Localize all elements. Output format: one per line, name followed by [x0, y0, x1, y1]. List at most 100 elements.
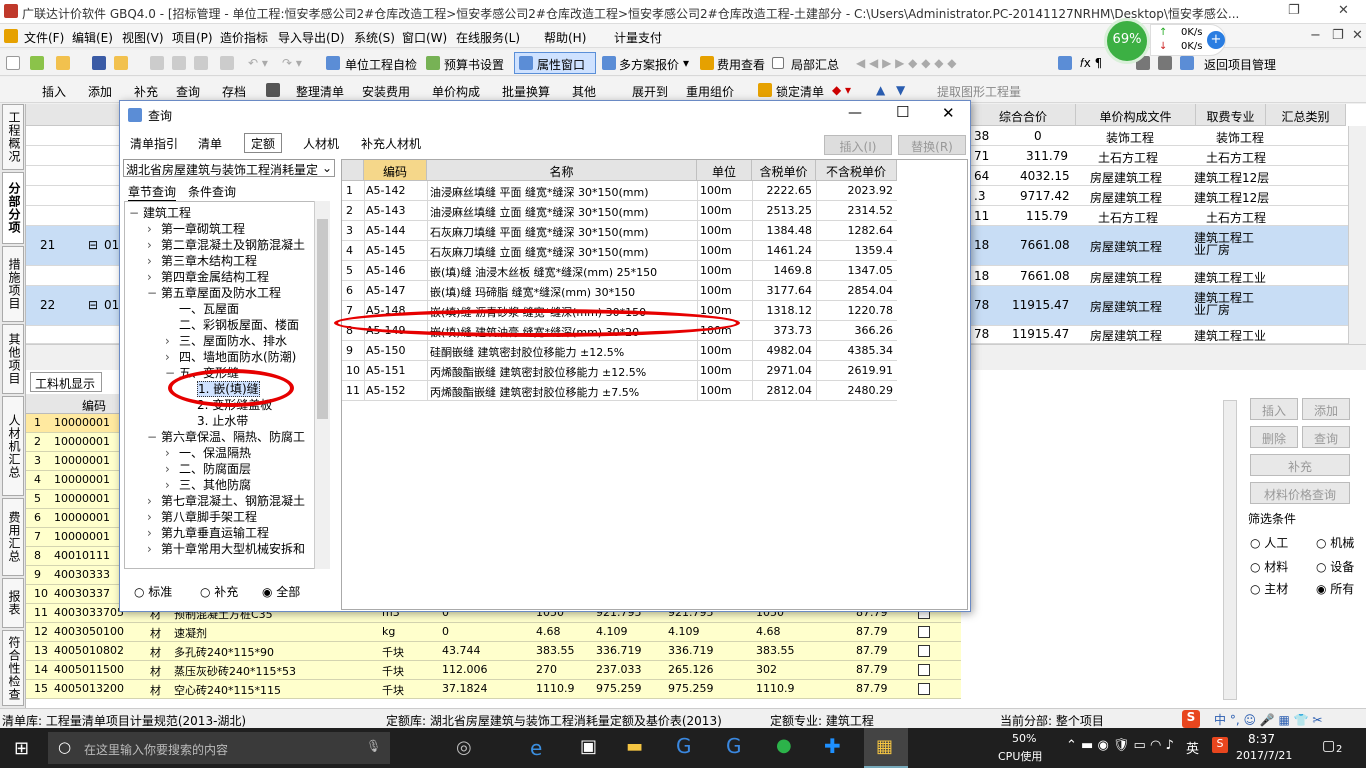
- return-project-button[interactable]: 返回项目管理: [1204, 56, 1276, 73]
- material-row[interactable]: 14 4005011500 材蒸压灰砂砖240*115*53 千块 112.006 270…: [26, 661, 961, 680]
- arrow-up-icon[interactable]: ▲: [876, 83, 885, 97]
- nav-other[interactable]: 其他项目: [2, 324, 24, 394]
- close-icon[interactable]: ✕: [1338, 3, 1349, 18]
- menu-cost-index[interactable]: 造价指标: [220, 29, 268, 46]
- multi-quote-button[interactable]: 多方案报价: [619, 56, 679, 73]
- nav-arrows-icon[interactable]: ◀ ◀ ▶ ▶ ◆ ◆ ◆ ◆: [856, 56, 957, 70]
- close-doc-icon[interactable]: ✕: [1352, 28, 1363, 43]
- radio-all[interactable]: ◉ 所有: [1316, 580, 1354, 597]
- taskbar-search[interactable]: ○ 在这里输入你要搜索的内容 🎙: [48, 732, 390, 764]
- quota-row[interactable]: 11 A5-152 丙烯酸酯嵌缝 建筑密封胶位移能力 ±7.5% 100m 2812.0…: [342, 381, 897, 401]
- price-query-button[interactable]: 材料价格查询: [1250, 482, 1350, 504]
- tab-list[interactable]: 清单: [191, 133, 229, 153]
- query-button[interactable]: 查询: [176, 83, 200, 100]
- radio-all-quota[interactable]: ◉ 全部: [262, 583, 300, 600]
- expand-icon[interactable]: ›: [147, 510, 161, 524]
- material-checkbox[interactable]: [918, 645, 930, 657]
- sogou-tray-icon[interactable]: S: [1212, 737, 1228, 753]
- radio-equipment[interactable]: ○ 设备: [1316, 558, 1354, 575]
- active-app-tab[interactable]: ▦: [864, 728, 908, 768]
- tree-node[interactable]: 3. 止水带: [183, 412, 248, 429]
- menu-edit[interactable]: 编辑(E): [72, 29, 113, 46]
- radio-labor[interactable]: ○ 人工: [1250, 534, 1288, 551]
- tree-node[interactable]: › 三、其他防腐: [165, 476, 251, 493]
- paste-icon[interactable]: [194, 56, 208, 70]
- tree-node[interactable]: › 第四章金属结构工程: [147, 268, 269, 285]
- tree-node[interactable]: 二、彩钢板屋面、楼面: [165, 316, 299, 333]
- supplement-button[interactable]: 补充: [134, 83, 158, 100]
- copy-icon[interactable]: [172, 56, 186, 70]
- save-icon[interactable]: [92, 56, 106, 70]
- list-icon[interactable]: [1180, 56, 1194, 70]
- nav-material-summary[interactable]: 人材机汇总: [2, 396, 24, 496]
- app-green-icon[interactable]: ●: [776, 735, 792, 756]
- ime-indicator[interactable]: 英: [1186, 738, 1199, 757]
- tree-node[interactable]: › 第一章砌筑工程: [147, 220, 245, 237]
- tab-material-display[interactable]: 工料机显示: [30, 372, 102, 392]
- store-icon[interactable]: ▣: [580, 736, 597, 757]
- material-scrollbar[interactable]: [1223, 400, 1237, 700]
- expand-icon[interactable]: ›: [165, 446, 179, 460]
- tab-supplement-material[interactable]: 补充人材机: [354, 133, 428, 153]
- tree-node[interactable]: 一、瓦屋面: [165, 300, 239, 317]
- plus-icon[interactable]: +: [1207, 31, 1225, 49]
- calculator-icon[interactable]: [1058, 56, 1072, 70]
- collapse-icon[interactable]: −: [147, 286, 161, 300]
- arrow-down-icon[interactable]: ▼: [896, 83, 905, 97]
- radio-supplement[interactable]: ○ 补充: [200, 583, 238, 600]
- tab-list-guide[interactable]: 清单指引: [123, 133, 185, 153]
- tree-node[interactable]: › 四、墙地面防水(防潮): [165, 348, 296, 365]
- expand-icon[interactable]: ›: [147, 254, 161, 268]
- tree-node[interactable]: › 第九章垂直运输工程: [147, 524, 269, 541]
- other-button[interactable]: 其他: [572, 83, 596, 100]
- add-material-button[interactable]: 添加: [1302, 398, 1350, 420]
- unit-price-button[interactable]: 单价构成: [432, 83, 480, 100]
- nav-report[interactable]: 报表: [2, 578, 24, 628]
- new-icon[interactable]: [6, 56, 20, 70]
- subtab-chapter[interactable]: 章节查询: [128, 183, 177, 201]
- nav-measures[interactable]: 措施项目: [2, 246, 24, 322]
- radio-material[interactable]: ○ 材料: [1250, 558, 1288, 575]
- restore-icon[interactable]: −: [1310, 28, 1321, 43]
- expand-icon[interactable]: ›: [165, 350, 179, 364]
- expand-icon[interactable]: ›: [147, 526, 161, 540]
- binoculars-icon[interactable]: [266, 83, 280, 97]
- tree-scrollbar[interactable]: [314, 201, 330, 569]
- save-archive-button[interactable]: 存档: [222, 83, 246, 100]
- menu-window[interactable]: 窗口(W): [402, 29, 447, 46]
- material-checkbox[interactable]: [918, 683, 930, 695]
- open-icon[interactable]: [56, 56, 70, 70]
- quota-row[interactable]: 2 A5-143 油浸麻丝填缝 立面 缝宽*缝深 30*150(mm) 100m 251…: [342, 201, 897, 221]
- chevron-down-icon[interactable]: ▾: [683, 56, 689, 70]
- radio-main-material[interactable]: ○ 主材: [1250, 580, 1288, 597]
- columns-icon[interactable]: [1158, 56, 1172, 70]
- folder-icon[interactable]: [114, 56, 128, 70]
- quota-row[interactable]: 3 A5-144 石灰麻刀填缝 平面 缝宽*缝深 30*150(mm) 100m 138…: [342, 221, 897, 241]
- menu-help[interactable]: 帮助(H): [544, 29, 586, 46]
- tree-scroll-thumb[interactable]: [317, 219, 328, 419]
- undo-icon[interactable]: ↶ ▾: [248, 56, 268, 70]
- quota-row[interactable]: 1 A5-142 油浸麻丝填缝 平面 缝宽*缝深 30*150(mm) 100m 222…: [342, 181, 897, 201]
- network-percent[interactable]: 69%: [1104, 18, 1150, 64]
- tree-node[interactable]: › 二、防腐面层: [165, 460, 251, 477]
- windows-start-icon[interactable]: ⊞: [14, 738, 29, 759]
- tree-node[interactable]: › 第二章混凝土及钢筋混凝土: [147, 236, 305, 253]
- tree-node[interactable]: › 第七章混凝土、钢筋混凝土: [147, 492, 305, 509]
- insert-material-button[interactable]: 插入: [1250, 398, 1298, 420]
- mic-icon[interactable]: 🎙: [366, 739, 381, 753]
- delete-icon[interactable]: [220, 56, 234, 70]
- quota-row[interactable]: 5 A5-146 嵌(填)缝 油浸木丝板 缝宽*缝深(mm) 25*150 100m 1…: [342, 261, 897, 281]
- self-check-button[interactable]: 单位工程自检: [345, 56, 417, 73]
- expand-to-button[interactable]: 展开到: [632, 83, 668, 100]
- supplement-material-button[interactable]: 补充: [1250, 454, 1350, 476]
- menu-file[interactable]: 文件(F): [24, 29, 64, 46]
- tree-node[interactable]: › 第三章木结构工程: [147, 252, 257, 269]
- tree-node[interactable]: − 第六章保温、隔热、防腐工: [147, 428, 305, 445]
- material-checkbox[interactable]: [918, 664, 930, 676]
- insert-button[interactable]: 插入: [42, 83, 66, 100]
- dialog-close-icon[interactable]: ✕: [942, 104, 955, 122]
- app-blue-icon[interactable]: ✚: [824, 734, 841, 758]
- glodon-icon[interactable]: G: [676, 734, 692, 758]
- quota-row[interactable]: 9 A5-150 硅酮嵌缝 建筑密封胶位移能力 ±12.5% 100m 4982.04 4…: [342, 341, 897, 361]
- tree-node[interactable]: − 第五章屋面及防水工程: [147, 284, 281, 301]
